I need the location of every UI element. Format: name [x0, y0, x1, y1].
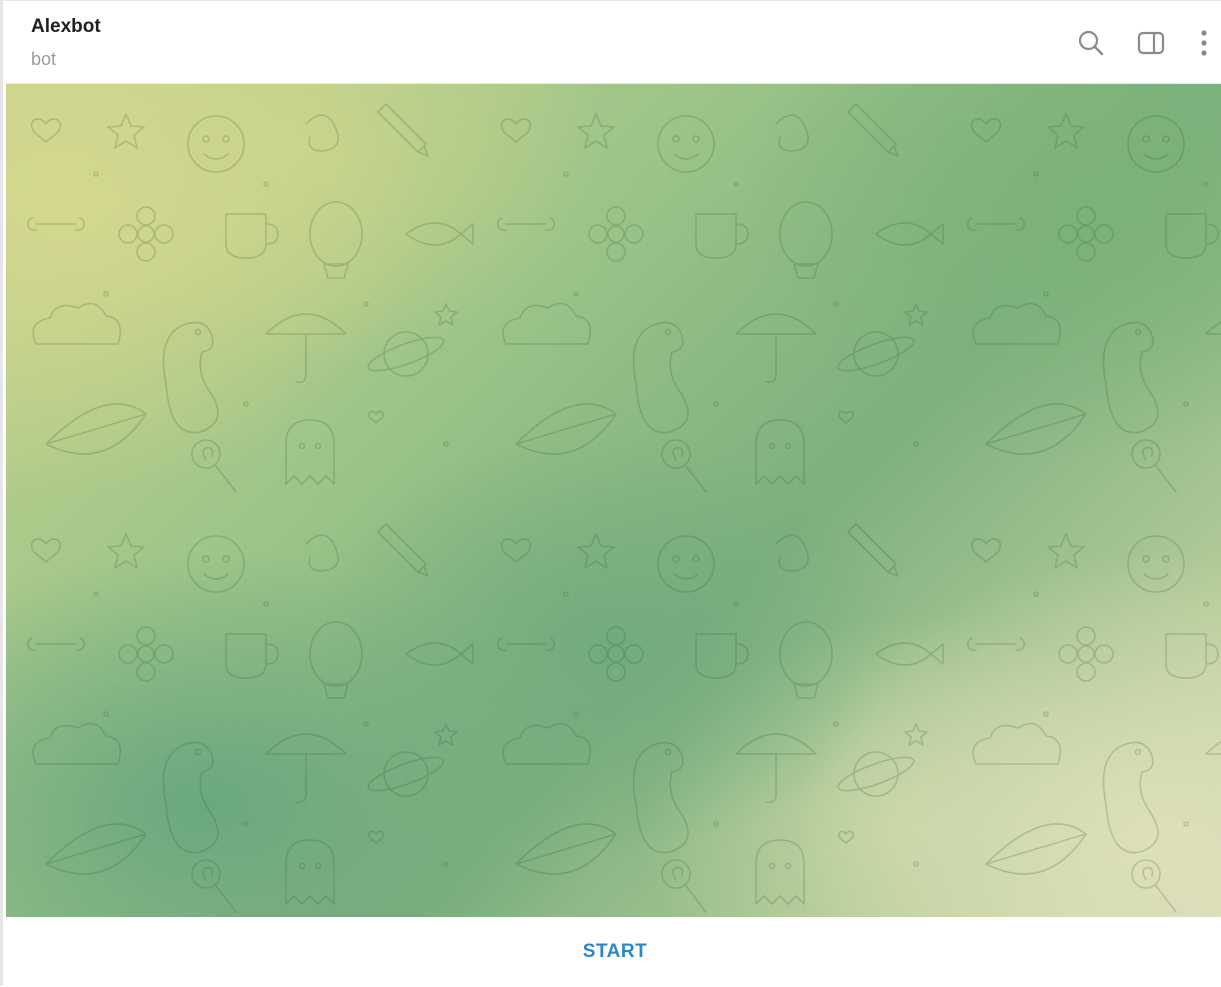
chat-subtitle: bot: [31, 49, 57, 69]
chat-footer: START: [6, 917, 1221, 987]
chat-area: [6, 84, 1221, 917]
more-menu-button[interactable]: [1189, 28, 1219, 58]
search-icon: [1077, 29, 1105, 57]
doodle-pattern: [6, 84, 1221, 917]
start-button[interactable]: START: [559, 933, 671, 971]
more-vertical-icon: [1199, 29, 1209, 57]
side-panel-icon: [1137, 30, 1165, 56]
chat-window: Alexbot bot START: [0, 0, 1221, 987]
chat-header: Alexbot bot: [6, 2, 1221, 84]
side-panel-button[interactable]: [1136, 28, 1166, 58]
search-button[interactable]: [1076, 28, 1106, 58]
chat-title[interactable]: Alexbot: [31, 16, 101, 38]
